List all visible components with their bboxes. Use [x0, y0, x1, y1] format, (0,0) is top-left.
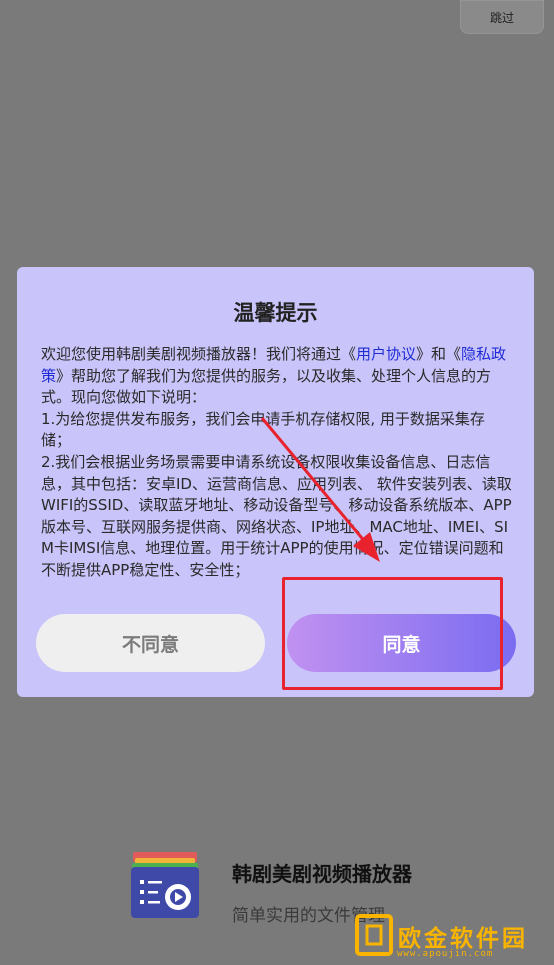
app-name: 韩剧美剧视频播放器: [232, 862, 412, 886]
watermark-text: 欧金软件园: [398, 926, 528, 952]
watermark-url: www.apoujin.com: [397, 949, 494, 959]
video-player-gear-icon: [131, 852, 199, 918]
annotation-arrow-icon: [260, 417, 380, 562]
